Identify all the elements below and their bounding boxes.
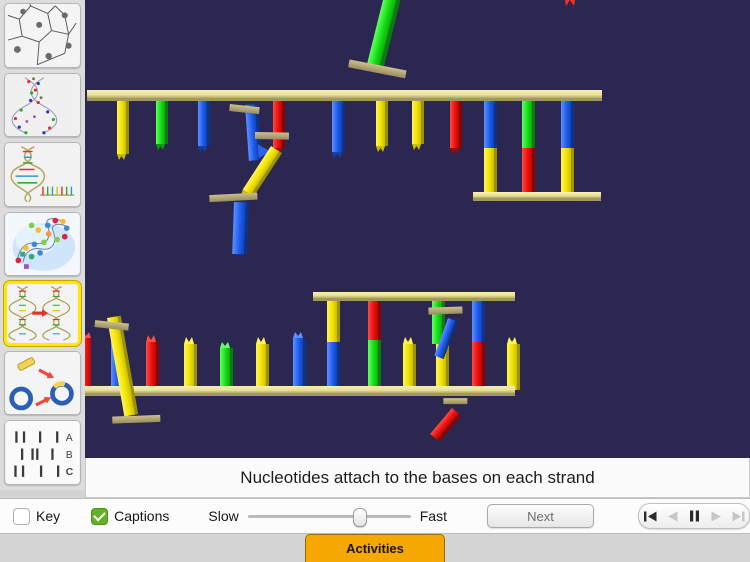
sidebar-item-replication[interactable] bbox=[4, 281, 81, 346]
sidebar-item-plasmid[interactable] bbox=[4, 350, 81, 416]
cells-thumbnail-icon bbox=[6, 4, 79, 67]
nucleus-thumbnail-icon bbox=[6, 212, 79, 276]
next-button-label: Next bbox=[527, 508, 554, 524]
sidebar-item-gel[interactable]: A B C bbox=[4, 420, 81, 486]
caption-text: Nucleotides attach to the bases on each … bbox=[240, 467, 595, 487]
top-new-backbone bbox=[473, 192, 601, 201]
gel-row-label-b: B bbox=[66, 450, 73, 461]
captions-checkbox-box[interactable] bbox=[91, 507, 109, 525]
plasmid-thumbnail-icon bbox=[6, 351, 79, 415]
key-checkbox-label: Key bbox=[36, 508, 61, 524]
dna-replication-scene bbox=[85, 0, 750, 458]
bottom-new-backbone-left bbox=[313, 292, 433, 301]
skip-back-button[interactable] bbox=[639, 505, 661, 527]
top-backbone bbox=[87, 90, 602, 101]
step-back-button[interactable] bbox=[661, 505, 683, 527]
speed-slow-label: Slow bbox=[208, 508, 239, 524]
tab-activities[interactable]: Activities bbox=[305, 534, 445, 562]
bottom-new-backbone-right bbox=[425, 292, 515, 301]
tab-activities-label: Activities bbox=[346, 541, 404, 556]
animation-stage[interactable] bbox=[85, 0, 750, 458]
unwinding-thumbnail-icon bbox=[6, 143, 79, 206]
bottom-backbone bbox=[85, 386, 515, 396]
sidebar-item-cells[interactable] bbox=[4, 3, 81, 68]
pause-icon bbox=[689, 510, 699, 522]
transport-controls bbox=[638, 503, 750, 529]
step-forward-button[interactable] bbox=[705, 505, 727, 527]
skip-back-icon bbox=[643, 511, 656, 521]
gel-row-label-c: C bbox=[66, 468, 74, 479]
captions-checkbox[interactable]: Captions bbox=[91, 507, 170, 525]
speed-slider-thumb[interactable] bbox=[353, 507, 368, 527]
next-button[interactable]: Next bbox=[486, 504, 594, 528]
speed-control: Slow Fast bbox=[208, 507, 447, 527]
sidebar-item-double-helix[interactable] bbox=[4, 72, 81, 138]
speed-slider[interactable] bbox=[247, 507, 411, 527]
skip-forward-button[interactable] bbox=[727, 505, 749, 527]
application-window: A B C Nucleotides attach to the bases on… bbox=[0, 0, 750, 562]
captions-checkbox-label: Captions bbox=[114, 508, 170, 524]
caption-bar: Nucleotides attach to the bases on each … bbox=[85, 458, 750, 498]
speed-fast-label: Fast bbox=[419, 508, 447, 524]
replication-thumbnail-icon bbox=[8, 284, 77, 343]
skip-forward-icon bbox=[732, 511, 744, 521]
key-checkbox-box[interactable] bbox=[13, 507, 30, 525]
pause-button[interactable] bbox=[683, 505, 705, 527]
bottom-tab-strip: Activities bbox=[0, 534, 750, 562]
key-checkbox[interactable]: Key bbox=[13, 507, 61, 525]
gel-thumbnail-icon: A B C bbox=[6, 421, 79, 485]
playback-control-bar: Key Captions Slow Fast Next bbox=[0, 498, 750, 534]
scene-thumbnail-sidebar: A B C bbox=[0, 0, 85, 490]
step-back-icon bbox=[667, 511, 677, 521]
sidebar-item-unwinding[interactable] bbox=[4, 142, 81, 207]
gel-row-label-a: A bbox=[66, 433, 73, 444]
step-forward-icon bbox=[711, 511, 721, 521]
double-helix-thumbnail-icon bbox=[6, 73, 79, 137]
sidebar-item-nucleus-molecules[interactable] bbox=[4, 211, 81, 277]
